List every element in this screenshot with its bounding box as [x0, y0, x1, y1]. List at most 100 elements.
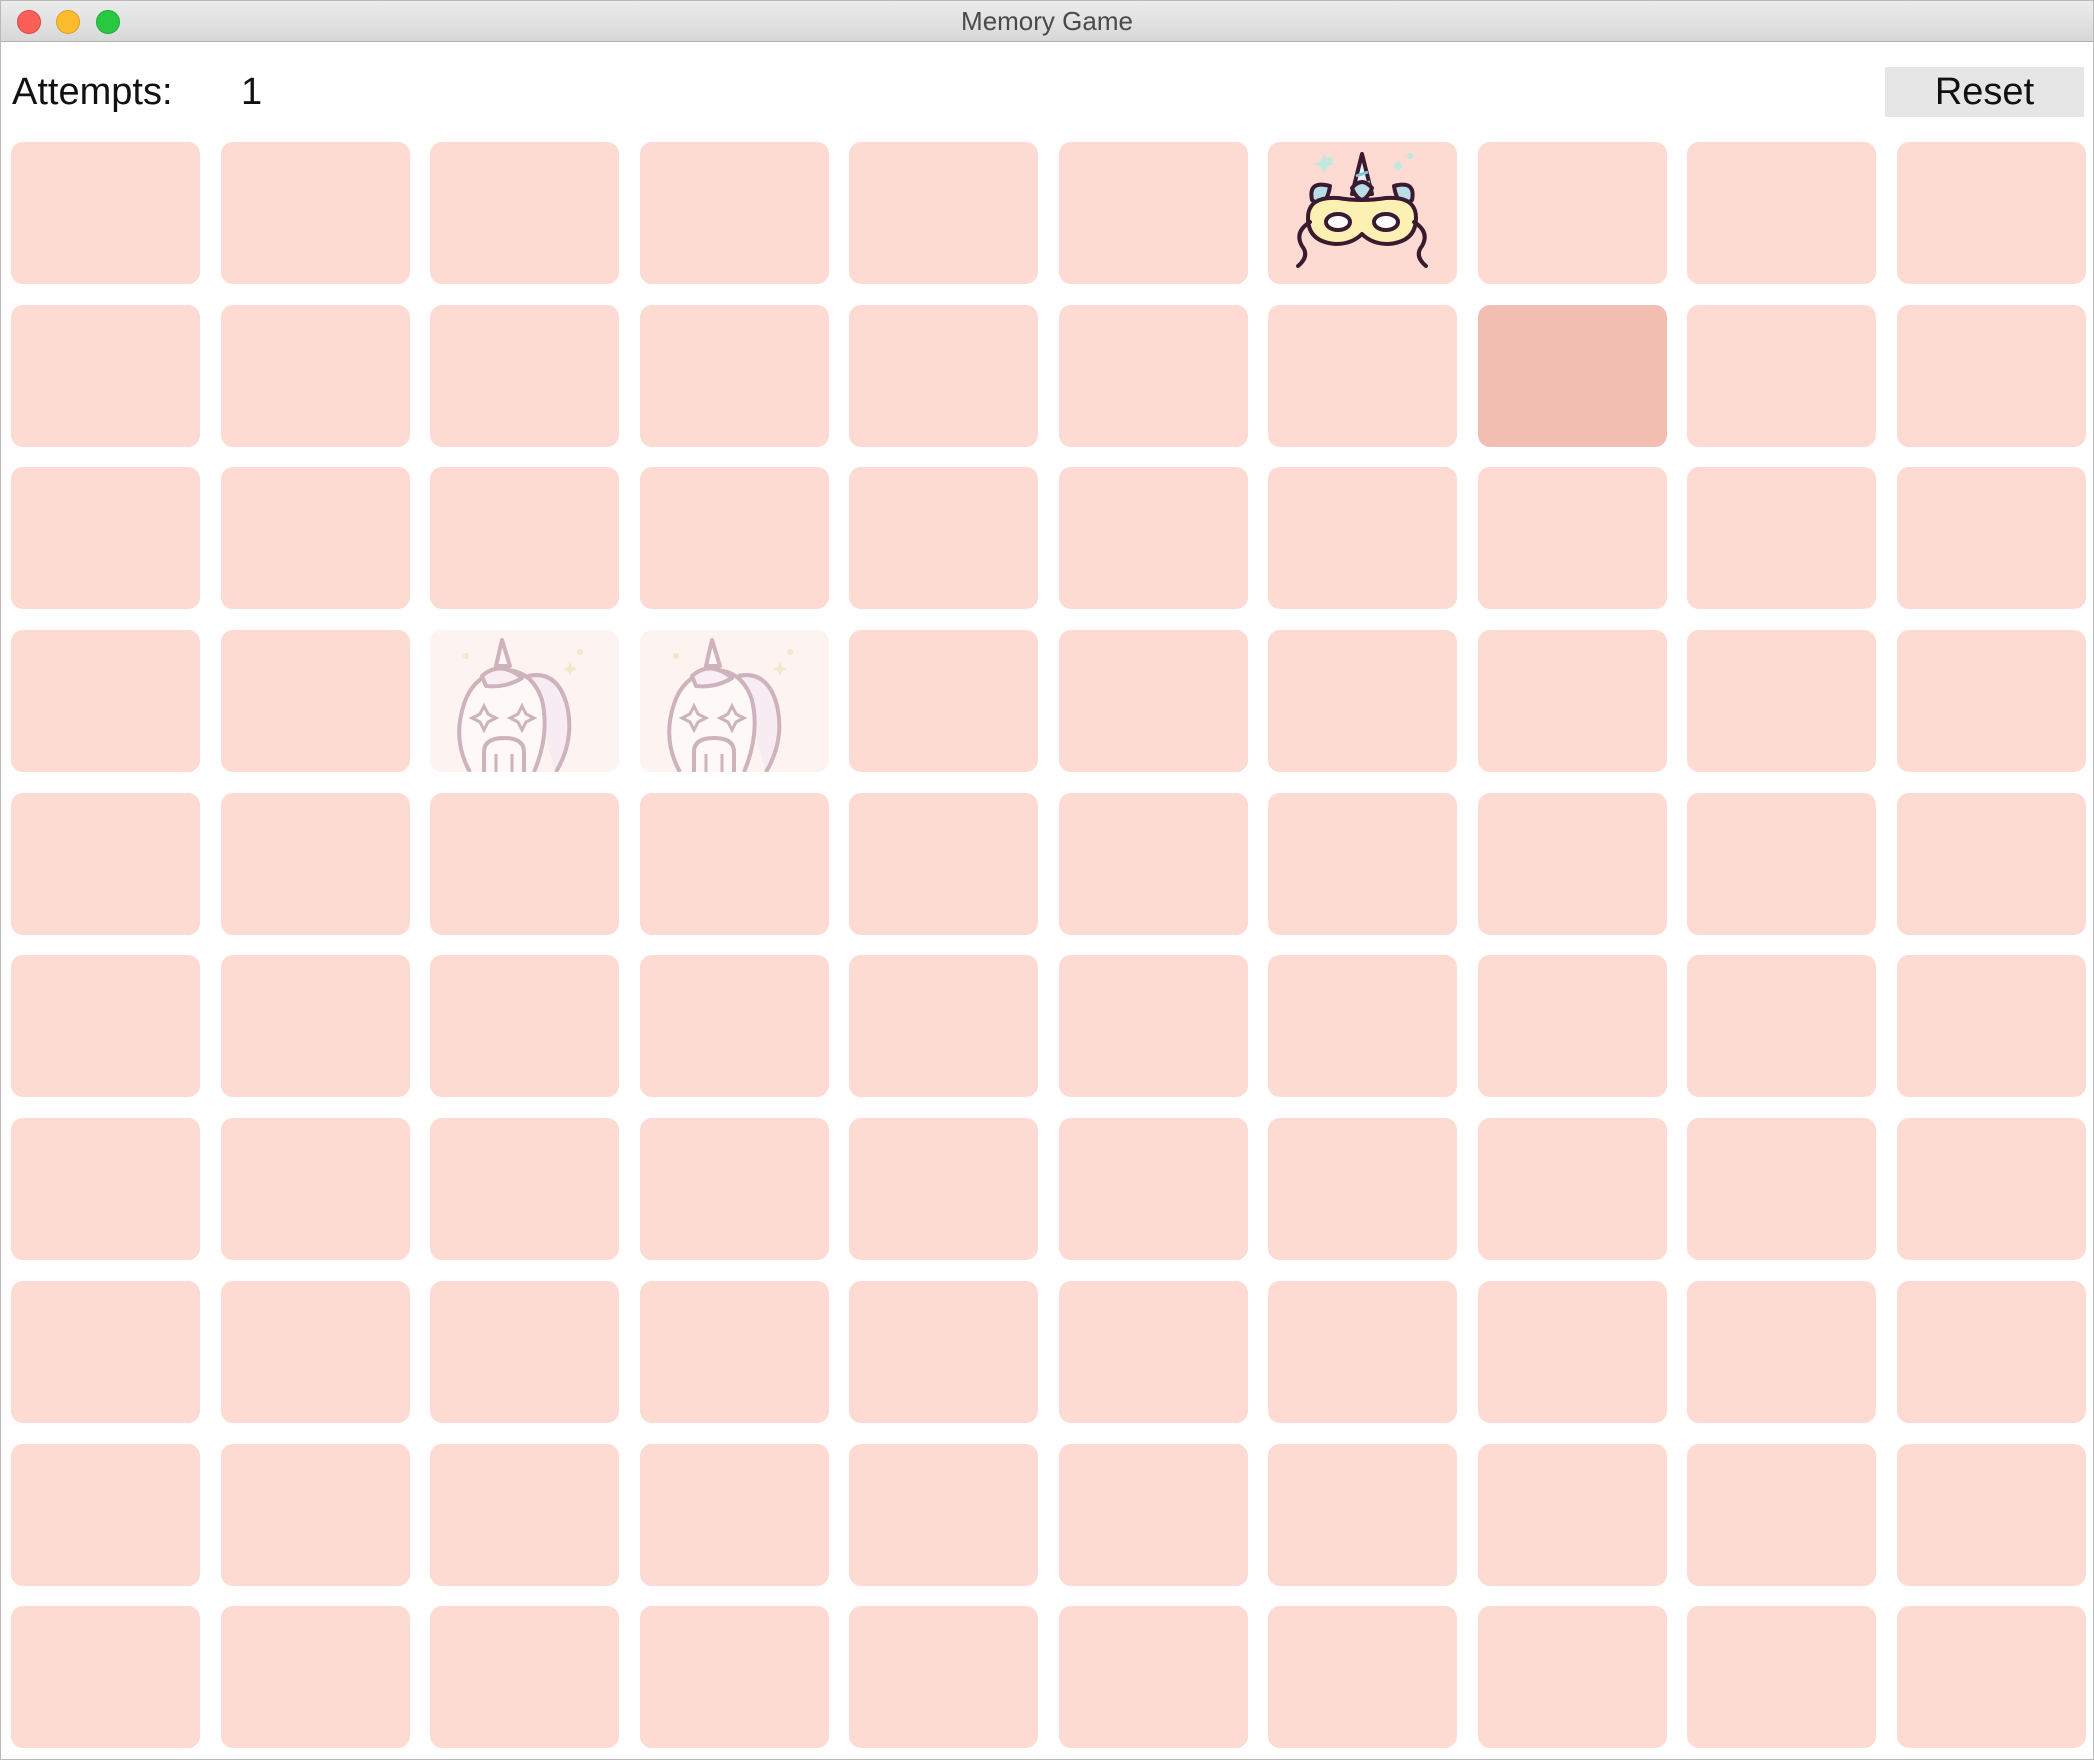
card-r7-c10[interactable]: [1896, 1118, 2086, 1261]
card-r10-c3[interactable]: [430, 1606, 619, 1749]
card-r2-c10[interactable]: [1896, 304, 2086, 447]
card-r2-c5[interactable]: [849, 304, 1038, 447]
card-r2-c2[interactable]: [220, 304, 410, 447]
card-r1-c3[interactable]: [430, 142, 619, 284]
card-r9-c7[interactable]: [1268, 1443, 1457, 1586]
card-r1-c5[interactable]: [849, 142, 1038, 284]
card-r2-c4[interactable]: [639, 304, 829, 447]
card-r6-c10[interactable]: [1896, 955, 2086, 1098]
card-r1-c8[interactable]: [1477, 142, 1667, 284]
card-r6-c2[interactable]: [220, 955, 410, 1098]
card-r5-c2[interactable]: [220, 792, 410, 935]
card-r2-c9[interactable]: [1687, 304, 1876, 447]
card-r7-c2[interactable]: [220, 1118, 410, 1261]
card-r7-c7[interactable]: [1268, 1118, 1457, 1261]
card-r5-c9[interactable]: [1687, 792, 1876, 935]
card-r8-c3[interactable]: [430, 1280, 619, 1423]
card-r9-c9[interactable]: [1687, 1443, 1876, 1586]
card-r3-c3[interactable]: [430, 467, 619, 610]
card-r10-c10[interactable]: [1896, 1606, 2086, 1749]
card-r9-c1[interactable]: [11, 1443, 200, 1586]
card-r3-c7[interactable]: [1268, 467, 1457, 610]
card-r2-c6[interactable]: [1058, 304, 1248, 447]
card-r5-c10[interactable]: [1896, 792, 2086, 935]
card-r10-c8[interactable]: [1477, 1606, 1667, 1749]
card-r3-c4[interactable]: [639, 467, 829, 610]
card-r2-c8[interactable]: [1477, 304, 1667, 447]
card-r10-c7[interactable]: [1268, 1606, 1457, 1749]
card-r6-c8[interactable]: [1477, 955, 1667, 1098]
card-r1-c6[interactable]: [1058, 142, 1248, 284]
card-r3-c1[interactable]: [11, 467, 200, 610]
card-r7-c5[interactable]: [849, 1118, 1038, 1261]
card-r6-c6[interactable]: [1058, 955, 1248, 1098]
card-r6-c7[interactable]: [1268, 955, 1457, 1098]
card-r10-c1[interactable]: [11, 1606, 200, 1749]
card-r9-c5[interactable]: [849, 1443, 1038, 1586]
card-r10-c9[interactable]: [1687, 1606, 1876, 1749]
card-r5-c4[interactable]: [639, 792, 829, 935]
card-r7-c6[interactable]: [1058, 1118, 1248, 1261]
card-r3-c10[interactable]: [1896, 467, 2086, 610]
card-r7-c1[interactable]: [11, 1118, 200, 1261]
card-r4-c1[interactable]: [11, 630, 200, 773]
card-r6-c4[interactable]: [639, 955, 829, 1098]
card-r1-c1[interactable]: [11, 142, 200, 284]
card-r1-c10[interactable]: [1896, 142, 2086, 284]
card-r6-c9[interactable]: [1687, 955, 1876, 1098]
card-r2-c3[interactable]: [430, 304, 619, 447]
card-r9-c4[interactable]: [639, 1443, 829, 1586]
card-r2-c7[interactable]: [1268, 304, 1457, 447]
card-r7-c4[interactable]: [639, 1118, 829, 1261]
card-r4-c4[interactable]: [639, 630, 829, 773]
card-r8-c6[interactable]: [1058, 1280, 1248, 1423]
card-r5-c1[interactable]: [11, 792, 200, 935]
card-r8-c2[interactable]: [220, 1280, 410, 1423]
card-r9-c10[interactable]: [1896, 1443, 2086, 1586]
card-r5-c3[interactable]: [430, 792, 619, 935]
card-r9-c3[interactable]: [430, 1443, 619, 1586]
card-r9-c6[interactable]: [1058, 1443, 1248, 1586]
card-r4-c3[interactable]: [430, 630, 619, 773]
card-r5-c5[interactable]: [849, 792, 1038, 935]
card-r5-c8[interactable]: [1477, 792, 1667, 935]
card-r5-c7[interactable]: [1268, 792, 1457, 935]
card-r10-c4[interactable]: [639, 1606, 829, 1749]
card-r1-c9[interactable]: [1687, 142, 1876, 284]
card-r6-c1[interactable]: [11, 955, 200, 1098]
reset-button[interactable]: Reset: [1885, 67, 2084, 117]
card-r1-c4[interactable]: [639, 142, 829, 284]
card-r10-c2[interactable]: [220, 1606, 410, 1749]
card-r1-c7[interactable]: [1268, 142, 1457, 284]
card-r4-c9[interactable]: [1687, 630, 1876, 773]
card-r8-c9[interactable]: [1687, 1280, 1876, 1423]
card-r10-c5[interactable]: [849, 1606, 1038, 1749]
card-r8-c1[interactable]: [11, 1280, 200, 1423]
card-r9-c2[interactable]: [220, 1443, 410, 1586]
card-r5-c6[interactable]: [1058, 792, 1248, 935]
card-r4-c7[interactable]: [1268, 630, 1457, 773]
card-r4-c8[interactable]: [1477, 630, 1667, 773]
card-r4-c5[interactable]: [849, 630, 1038, 773]
card-r4-c10[interactable]: [1896, 630, 2086, 773]
card-r3-c8[interactable]: [1477, 467, 1667, 610]
card-r8-c10[interactable]: [1896, 1280, 2086, 1423]
card-r4-c2[interactable]: [220, 630, 410, 773]
card-r6-c5[interactable]: [849, 955, 1038, 1098]
card-r3-c2[interactable]: [220, 467, 410, 610]
card-r8-c4[interactable]: [639, 1280, 829, 1423]
card-r4-c6[interactable]: [1058, 630, 1248, 773]
card-r3-c9[interactable]: [1687, 467, 1876, 610]
card-r3-c6[interactable]: [1058, 467, 1248, 610]
card-r10-c6[interactable]: [1058, 1606, 1248, 1749]
card-r8-c7[interactable]: [1268, 1280, 1457, 1423]
card-r7-c9[interactable]: [1687, 1118, 1876, 1261]
card-r7-c3[interactable]: [430, 1118, 619, 1261]
card-r1-c2[interactable]: [220, 142, 410, 284]
card-r8-c5[interactable]: [849, 1280, 1038, 1423]
card-r9-c8[interactable]: [1477, 1443, 1667, 1586]
card-r7-c8[interactable]: [1477, 1118, 1667, 1261]
card-r6-c3[interactable]: [430, 955, 619, 1098]
card-r8-c8[interactable]: [1477, 1280, 1667, 1423]
card-r2-c1[interactable]: [11, 304, 200, 447]
